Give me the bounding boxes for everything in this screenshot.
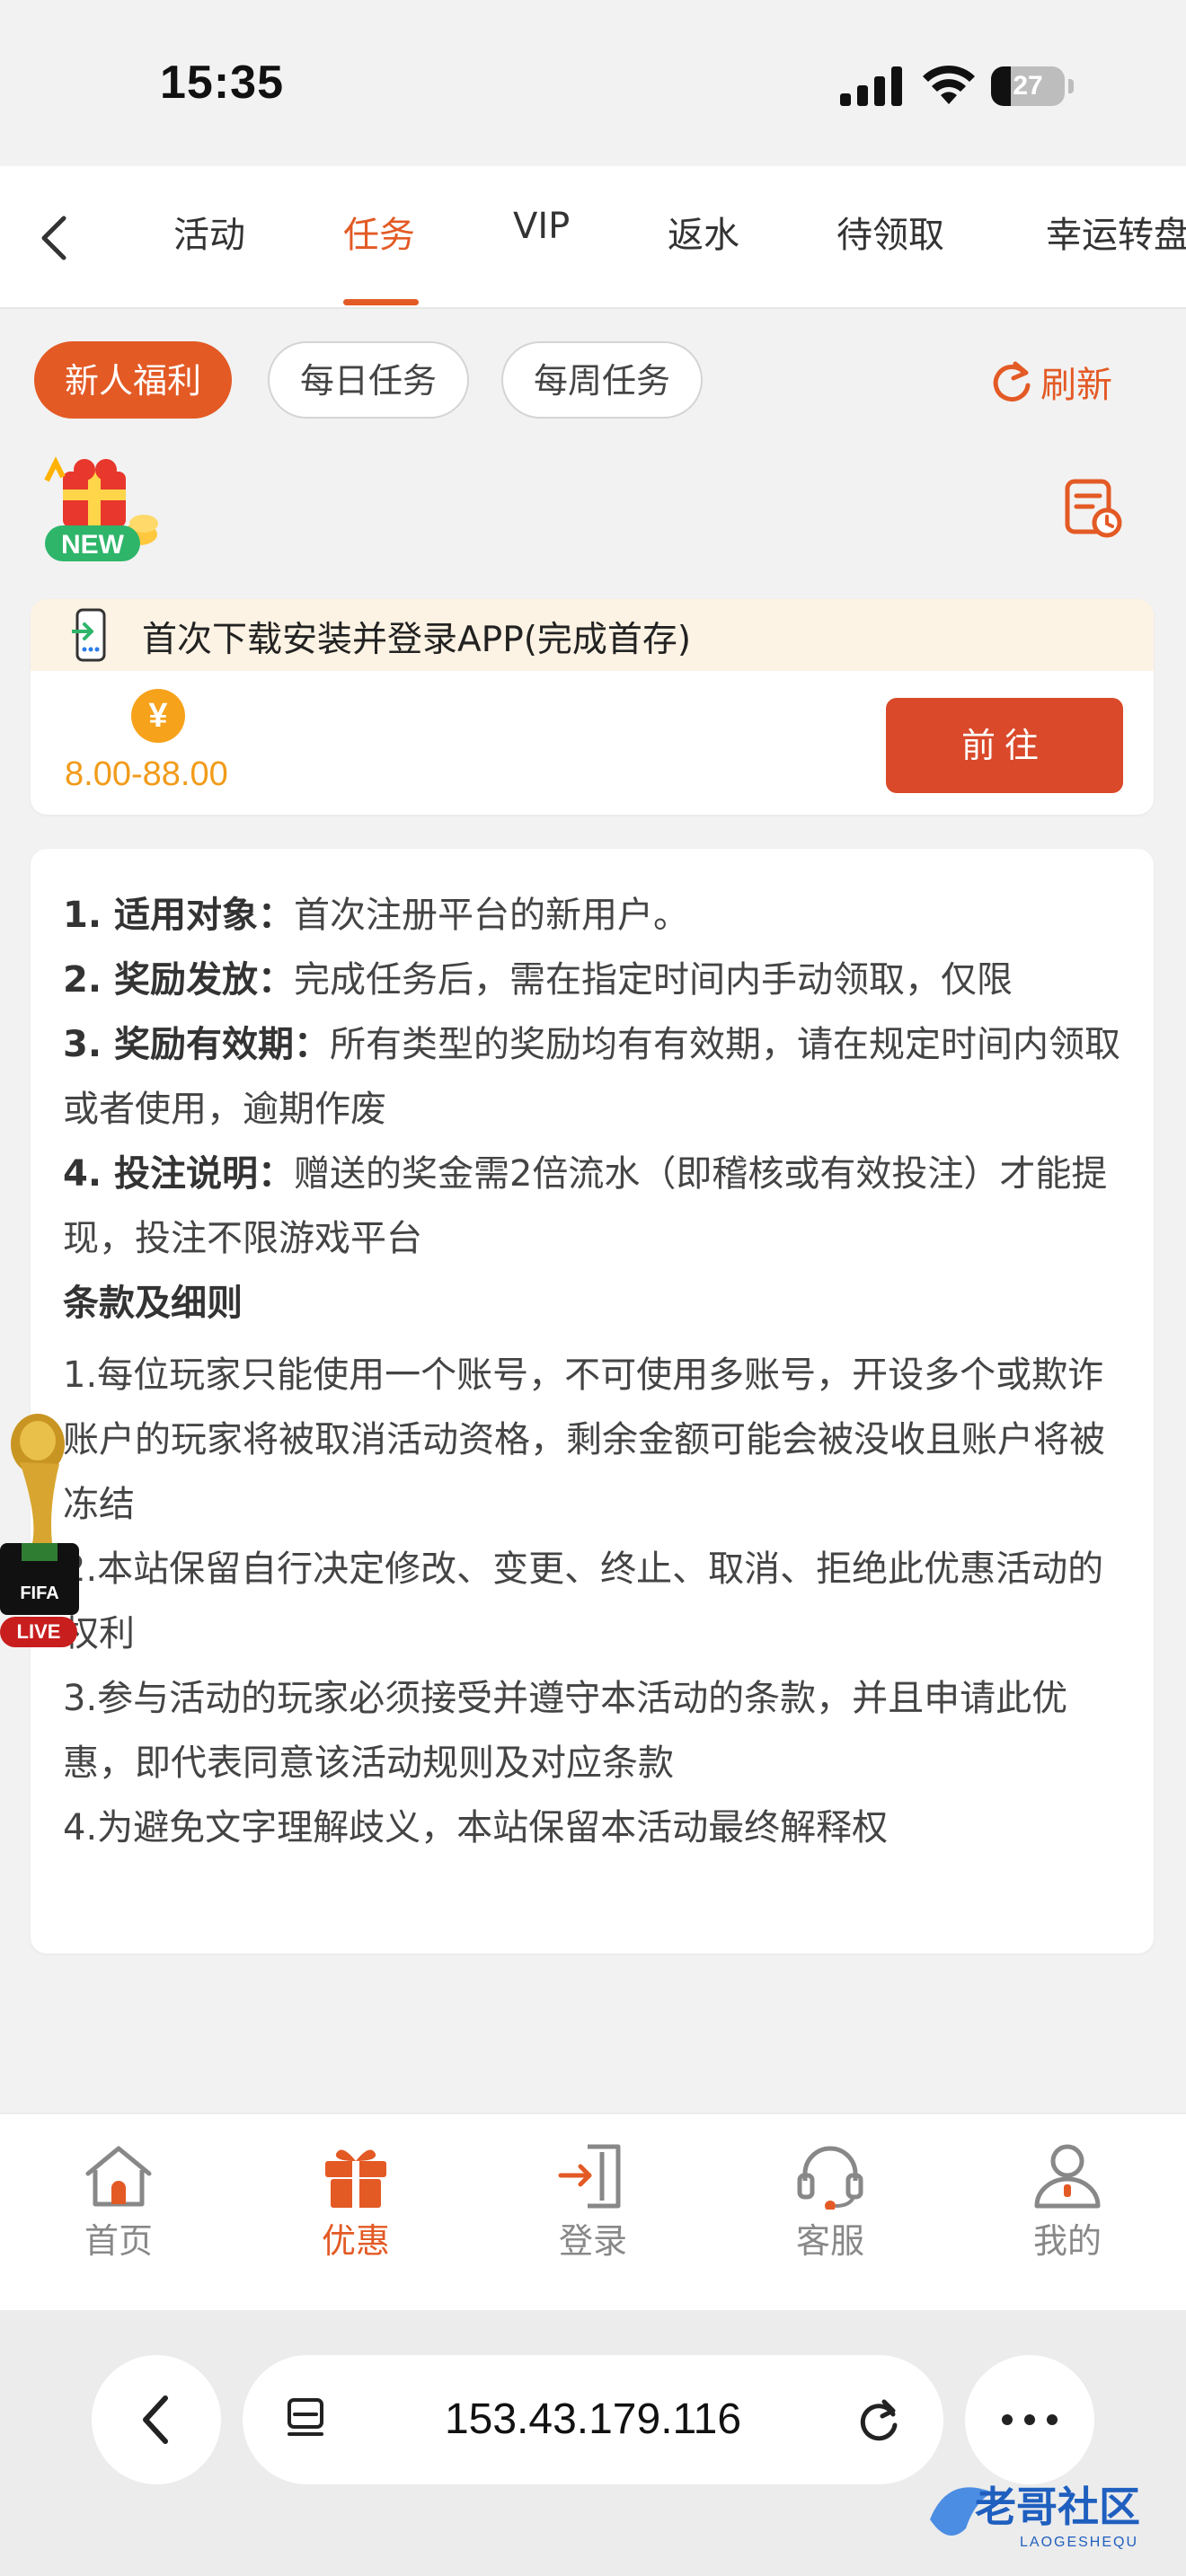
term-item: 1.每位玩家只能使用一个账号，不可使用多账号，开设多个或欺诈账户的玩家将被取消活…: [63, 1354, 1105, 1525]
term-item: 3.参与活动的玩家必须接受并遵守本活动的条款，并且申请此优惠，即代表同意该活动规…: [63, 1678, 1068, 1784]
bottom-nav: 首页 优惠 登录 客服 我的: [0, 2113, 1186, 2312]
battery-icon: 27: [991, 66, 1074, 106]
cellular-signal-icon: [840, 66, 902, 106]
browser-back-button[interactable]: [92, 2355, 221, 2484]
rule-item: 2. 奖励发放：完成任务后，需在指定时间内手动领取，仅限: [63, 959, 1013, 1001]
nav-offers-label: 优惠: [321, 2221, 390, 2261]
records-icon[interactable]: [1060, 476, 1125, 541]
refresh-icon: [993, 361, 1031, 401]
nav-offers[interactable]: 优惠: [284, 2141, 428, 2285]
url-text: 153.43.179.116: [444, 2395, 742, 2443]
active-tab-indicator: [343, 299, 419, 305]
watermark-text: 老哥社区: [975, 2483, 1140, 2531]
refresh-button[interactable]: 刷新: [988, 355, 1112, 409]
user-icon: [1034, 2144, 1101, 2209]
nav-support-label: 客服: [795, 2221, 864, 2261]
new-badge-text: NEW: [61, 530, 125, 560]
task-header: 首次下载安装并登录APP(完成首存): [31, 599, 1154, 671]
reload-icon[interactable]: [854, 2395, 904, 2445]
rules-text: 1. 适用对象：首次注册平台的新用户。 2. 奖励发放：完成任务后，需在指定时间…: [63, 883, 1123, 1860]
rule-item: 3. 奖励有效期：所有类型的奖励均有有效期，请在规定时间内领取或者使用，逾期作废: [63, 1024, 1120, 1130]
watermark-subtext: LAOGESHEQU: [1020, 2535, 1138, 2550]
home-icon: [85, 2146, 152, 2207]
address-bar[interactable]: 153.43.179.116: [243, 2355, 943, 2484]
back-button[interactable]: [27, 202, 81, 274]
tab-pending-claim[interactable]: 待领取: [836, 206, 944, 258]
refresh-label: 刷新: [1040, 365, 1112, 406]
coin-icon: ¥: [131, 689, 185, 743]
rule-item: 1. 适用对象：首次注册平台的新用户。: [63, 895, 689, 936]
watermark-logo: 老哥社区 LAOGESHEQU: [930, 2483, 1140, 2550]
more-dots-icon: [1002, 2414, 1058, 2425]
nav-home-label: 首页: [84, 2221, 153, 2261]
wifi-icon: [923, 65, 975, 104]
terms-title: 条款及细则: [63, 1283, 243, 1324]
fifa-text: FIFA: [20, 1584, 58, 1603]
nav-mine[interactable]: 我的: [996, 2141, 1139, 2285]
nav-home[interactable]: 首页: [47, 2141, 190, 2285]
tab-rebate[interactable]: 返水: [668, 206, 739, 258]
term-item: 2.本站保留自行决定修改、变更、终止、取消、拒绝此优惠活动的权利: [63, 1548, 1104, 1654]
chip-weekly-tasks[interactable]: 每周任务: [501, 341, 703, 419]
tab-vip[interactable]: VIP: [513, 206, 570, 247]
live-badge[interactable]: LIVE: [0, 1617, 77, 1647]
phone-download-icon: [72, 608, 106, 662]
rule-item: 4. 投注说明：赠送的奖金需2倍流水（即稽核或有效投注）才能提现，投注不限游戏平…: [63, 1153, 1108, 1259]
status-bar: 15:35 27: [0, 0, 1186, 166]
login-icon: [558, 2144, 621, 2209]
nav-mine-label: 我的: [1032, 2221, 1102, 2261]
chip-daily-tasks[interactable]: 每日任务: [268, 341, 469, 419]
rules-card: 1. 适用对象：首次注册平台的新用户。 2. 奖励发放：完成任务后，需在指定时间…: [31, 849, 1154, 1954]
task-title: 首次下载安装并登录APP(完成首存): [142, 620, 692, 660]
chevron-left-icon: [143, 2395, 168, 2444]
chip-newbie-benefits[interactable]: 新人福利: [34, 341, 232, 419]
nav-login[interactable]: 登录: [521, 2141, 665, 2285]
tab-bar: 活动 任务 VIP 返水 待领取 幸运转盘: [0, 166, 1186, 309]
tab-tasks[interactable]: 任务: [343, 206, 415, 258]
tab-activities[interactable]: 活动: [173, 206, 245, 258]
new-gift-badge-icon: NEW: [44, 456, 158, 561]
nav-support[interactable]: 客服: [758, 2141, 902, 2285]
gift-icon: [325, 2149, 386, 2208]
go-button[interactable]: 前往: [886, 698, 1123, 793]
tab-lucky-wheel[interactable]: 幸运转盘: [1046, 206, 1186, 258]
nav-login-label: 登录: [558, 2221, 627, 2261]
term-item: 4.为避免文字理解歧义，本站保留本活动最终解释权: [63, 1807, 889, 1848]
headset-icon: [797, 2146, 863, 2210]
status-time: 15:35: [160, 57, 284, 109]
battery-level: 27: [1013, 71, 1043, 101]
task-card: 首次下载安装并登录APP(完成首存) ¥ 8.00-88.00 前往: [31, 599, 1154, 815]
chevron-left-icon: [41, 216, 66, 260]
task-reward: 8.00-88.00: [65, 755, 228, 793]
